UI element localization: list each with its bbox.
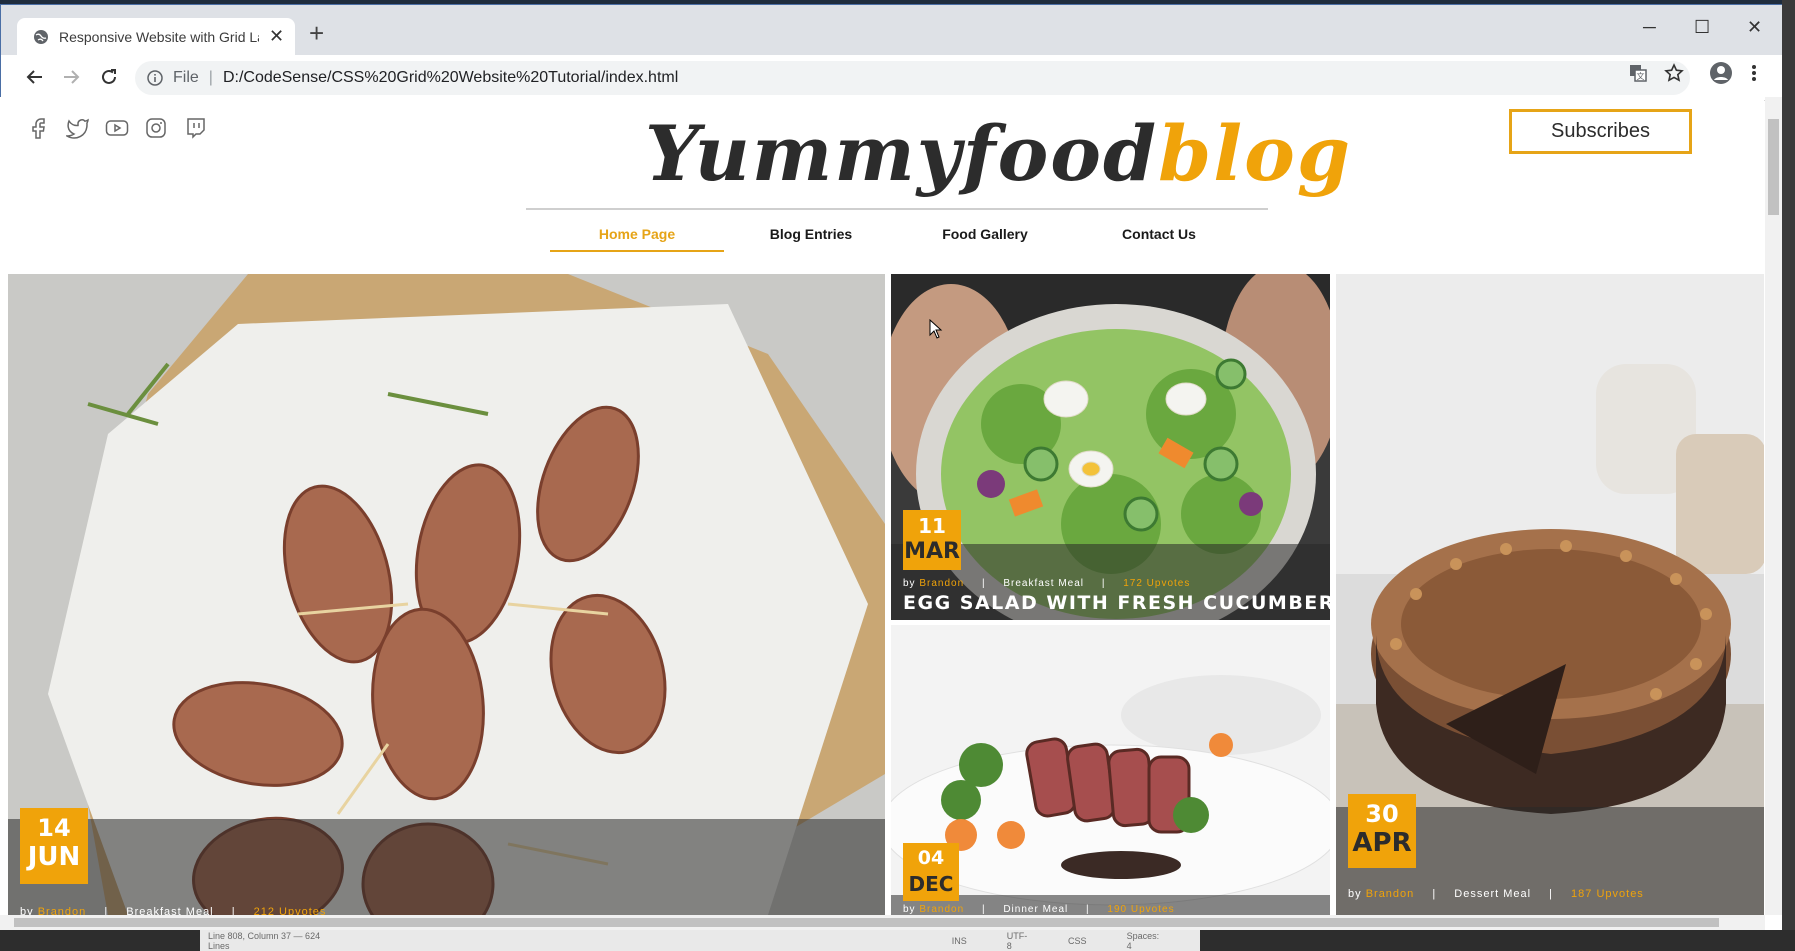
meta-separator: | [1101, 578, 1106, 589]
post-overlay [8, 819, 885, 915]
vertical-scroll-thumb[interactable] [1768, 119, 1779, 215]
address-separator: | [208, 69, 213, 86]
youtube-icon[interactable] [104, 115, 130, 141]
date-day: 04 [917, 847, 945, 869]
date-day: 30 [1365, 800, 1399, 828]
date-month: JUN [27, 842, 81, 872]
date-month: MAR [904, 539, 960, 564]
date-month: DEC [908, 872, 954, 896]
vertical-scrollbar[interactable] [1765, 97, 1782, 915]
meta-upvotes: 212 Upvotes [253, 906, 327, 915]
site-logo[interactable]: Yummyfoodblog [645, 109, 1350, 198]
date-badge: 14 JUN [20, 808, 88, 884]
new-tab-icon[interactable]: + [309, 20, 324, 46]
subscribe-button[interactable]: Subscribes [1509, 109, 1692, 154]
status-encoding[interactable]: UTF-8 [1007, 931, 1028, 951]
mouse-cursor-icon [929, 319, 943, 339]
web-page: Yummyfoodblog Subscribes Home Page Blog … [0, 97, 1764, 915]
translate-icon[interactable]: 文 [1628, 63, 1648, 83]
globe-icon [34, 29, 48, 44]
meta-category[interactable]: Breakfast Meal [126, 906, 213, 915]
twitter-icon[interactable] [65, 115, 91, 141]
twitch-icon[interactable] [182, 115, 208, 141]
meta-category[interactable]: Dinner Meal [1003, 904, 1068, 915]
browser-tab[interactable]: Responsive Website with Grid La ✕ [17, 18, 295, 55]
meta-upvotes: 190 Upvotes [1107, 904, 1175, 915]
bookmark-star-icon[interactable] [1664, 63, 1684, 83]
window-close-icon[interactable]: ✕ [1747, 17, 1762, 38]
reload-icon[interactable] [97, 65, 121, 89]
post-meta: by Brandon | Dinner Meal | 190 Upvotes [903, 904, 1175, 915]
date-month: APR [1352, 828, 1412, 858]
meta-separator: | [1086, 904, 1090, 915]
tab-close-icon[interactable]: ✕ [269, 26, 284, 47]
meta-upvotes: 187 Upvotes [1571, 888, 1644, 900]
back-arrow-icon[interactable] [23, 65, 47, 89]
meta-upvotes: 172 Upvotes [1123, 578, 1191, 589]
meta-category[interactable]: Dessert Meal [1454, 888, 1531, 900]
meta-separator: | [981, 578, 986, 589]
social-links [26, 115, 221, 141]
date-badge: 04 DEC [903, 843, 959, 901]
kebab-menu-icon[interactable] [1751, 63, 1761, 83]
meta-author[interactable]: Brandon [38, 906, 87, 915]
meta-author[interactable]: Brandon [919, 904, 964, 915]
date-badge: 11 MAR [903, 510, 961, 570]
menu-item-blog-entries[interactable]: Blog Entries [724, 215, 898, 252]
status-position: Line 808, Column 37 — 624 Lines [208, 930, 321, 951]
post-card[interactable]: 30 APR by Brandon | Dessert Meal | 187 U… [1336, 274, 1764, 915]
post-meta: by Brandon | Breakfast Meal | 172 Upvote… [903, 578, 1190, 589]
menu-item-contact[interactable]: Contact Us [1072, 215, 1246, 252]
logo-text-dark: Yummyfood [645, 109, 1159, 198]
status-indent[interactable]: Spaces: 4 [1127, 931, 1160, 951]
svg-text:文: 文 [1637, 71, 1645, 81]
browser-toolbar: File | D:/CodeSense/CSS%20Grid%20Website… [1, 55, 1783, 101]
date-day: 11 [918, 514, 946, 538]
tab-title: Responsive Website with Grid La [59, 28, 259, 45]
date-badge: 30 APR [1348, 794, 1416, 868]
horizontal-scroll-thumb[interactable] [14, 918, 1719, 927]
meta-by: by [903, 578, 916, 589]
horizontal-scrollbar[interactable] [0, 915, 1765, 930]
menu-item-home[interactable]: Home Page [550, 215, 724, 252]
address-url[interactable]: D:/CodeSense/CSS%20Grid%20Website%20Tuto… [223, 69, 678, 87]
meta-author[interactable]: Brandon [919, 578, 964, 589]
forward-arrow-icon[interactable] [59, 65, 83, 89]
main-menu: Home Page Blog Entries Food Gallery Cont… [550, 215, 1246, 252]
tab-bar: Responsive Website with Grid La ✕ + ─ ☐ … [1, 5, 1783, 55]
date-day: 14 [37, 814, 71, 842]
info-icon[interactable] [147, 70, 163, 86]
header-divider [526, 208, 1268, 210]
status-mode: INS [951, 935, 967, 946]
minimize-icon[interactable]: ─ [1643, 17, 1656, 38]
meta-separator: | [1432, 888, 1437, 900]
instagram-icon[interactable] [143, 115, 169, 141]
facebook-icon[interactable] [26, 115, 52, 141]
meta-separator: | [1549, 888, 1553, 900]
meta-by: by [20, 906, 34, 915]
logo-text-accent: blog [1158, 109, 1352, 198]
post-card[interactable]: 11 MAR by Brandon | Breakfast Meal | 172… [891, 274, 1330, 620]
meta-author[interactable]: Brandon [1366, 888, 1415, 900]
profile-avatar-icon[interactable] [1709, 61, 1733, 85]
post-grid: 14 JUN by Brandon | Breakfast Meal | 212… [8, 274, 1764, 915]
post-meta: by Brandon | Dessert Meal | 187 Upvotes [1348, 888, 1644, 900]
meta-separator: | [231, 906, 236, 915]
editor-status-bar: Line 808, Column 37 — 624 Lines INS UTF-… [200, 930, 1200, 951]
status-language[interactable]: CSS [1068, 936, 1087, 946]
maximize-icon[interactable]: ☐ [1694, 17, 1710, 38]
post-card[interactable]: 14 JUN by Brandon | Breakfast Meal | 212… [8, 274, 885, 915]
meta-category[interactable]: Breakfast Meal [1003, 578, 1084, 589]
address-scheme: File [173, 69, 199, 86]
menu-item-food-gallery[interactable]: Food Gallery [898, 215, 1072, 252]
meta-separator: | [981, 904, 986, 915]
address-bar[interactable]: File | D:/CodeSense/CSS%20Grid%20Website… [135, 61, 1690, 95]
post-title[interactable]: EGG SALAD WITH FRESH CUCUMBER [903, 592, 1330, 614]
desktop-edge [1782, 0, 1795, 951]
meta-separator: | [104, 906, 109, 915]
meta-by: by [903, 904, 916, 915]
post-meta: by Brandon | Breakfast Meal | 212 Upvote… [20, 906, 326, 915]
meta-by: by [1348, 888, 1362, 900]
post-card[interactable]: 04 DEC by Brandon | Dinner Meal | 190 Up… [891, 625, 1330, 915]
